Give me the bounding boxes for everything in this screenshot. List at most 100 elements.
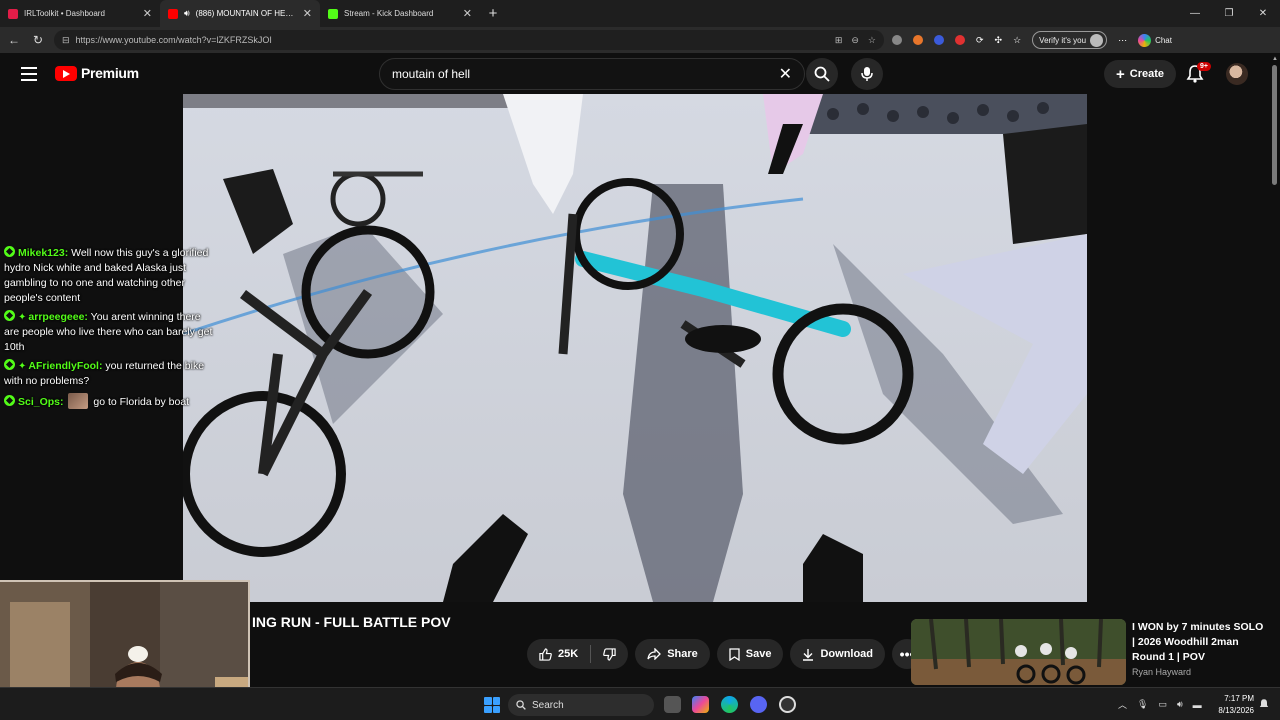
favorites-icon[interactable]: ☆ [1013, 35, 1021, 46]
download-label: Download [820, 648, 874, 660]
close-icon[interactable]: ✕ [463, 7, 472, 20]
search-icon [516, 700, 526, 710]
search-input[interactable]: moutain of hell ✕ [379, 58, 805, 90]
youtube-header: Premium moutain of hell ✕ + Create 9+ [0, 53, 1270, 95]
battery-icon[interactable]: ▬ [1193, 700, 1202, 710]
chat-username: AFriendlyFool: [28, 360, 103, 372]
save-label: Save [745, 648, 772, 660]
task-view-icon[interactable] [664, 696, 681, 713]
refresh-extension-icon[interactable]: ⟳ [976, 35, 984, 46]
video-title: ING RUN - FULL BATTLE POV [252, 614, 451, 630]
window-controls: — ❐ ✕ [1178, 0, 1280, 27]
edge-browser-icon[interactable] [721, 696, 738, 713]
stream-chat-overlay: Mikek123: Well now this guy's a glorifie… [4, 246, 214, 414]
chat-username: Sci_Ops: [18, 396, 64, 408]
chat-text: go to Florida by boat [93, 396, 190, 408]
browser-tab-youtube[interactable]: 🔊︎ (886) MOUNTAIN OF HELL 20... ✕ [160, 0, 320, 27]
recommended-channel-name[interactable]: Ryan Hayward [1132, 667, 1191, 677]
scrollbar-thumb[interactable] [1272, 65, 1277, 185]
volume-icon[interactable]: 🔊︎ [1177, 699, 1183, 710]
zoom-icon[interactable]: ⊖ [851, 35, 859, 46]
like-button[interactable]: 25K [527, 639, 590, 669]
search-button[interactable] [806, 58, 838, 90]
copilot-icon[interactable] [692, 696, 709, 713]
tray-expand-icon[interactable]: ︿ [1118, 698, 1127, 711]
extension-icon[interactable] [913, 35, 923, 45]
like-count: 25K [558, 648, 579, 660]
profile-avatar [1090, 33, 1104, 47]
close-icon[interactable]: ✕ [303, 7, 312, 20]
dislike-button[interactable] [591, 639, 628, 669]
thumbs-up-icon [539, 647, 552, 661]
share-icon [647, 648, 662, 660]
download-icon [803, 648, 814, 661]
windows-start-icon[interactable] [484, 697, 500, 713]
chat-message: Sci_Ops: go to Florida by boat [4, 393, 214, 410]
irltoolkit-favicon-icon [8, 8, 18, 19]
youtube-play-icon [55, 65, 77, 81]
new-tab-button[interactable]: + [480, 0, 506, 27]
kick-favicon-icon [328, 8, 338, 19]
maximize-button[interactable]: ❐ [1212, 0, 1246, 27]
voice-search-button[interactable] [851, 58, 883, 90]
scroll-up-arrow-icon[interactable]: ▲ [1270, 56, 1280, 62]
share-button[interactable]: Share [635, 639, 710, 669]
notification-badge: 9+ [1197, 62, 1211, 71]
logo-text: Premium [81, 65, 139, 81]
download-button[interactable]: Download [790, 639, 886, 669]
app-install-icon[interactable]: ⊞ [835, 35, 843, 46]
speaker-icon[interactable]: 🔊︎ [184, 8, 190, 19]
extension-icon[interactable] [955, 35, 965, 45]
page-scrollbar[interactable] [1270, 53, 1280, 685]
microphone-tray-icon[interactable]: 🎙︎ [1137, 699, 1148, 710]
copilot-chat-button[interactable]: Chat [1138, 33, 1172, 47]
extension-icon[interactable] [892, 35, 902, 45]
more-menu-icon[interactable]: ⋯ [1118, 35, 1127, 46]
microphone-icon [861, 67, 873, 81]
back-button[interactable]: ← [6, 32, 22, 48]
extensions-puzzle-icon[interactable]: ✣ [995, 35, 1003, 46]
browser-tab-irltoolkit[interactable]: IRLToolkit • Dashboard ✕ [0, 0, 160, 27]
site-info-icon[interactable]: ⊟ [62, 35, 70, 46]
display-icon[interactable]: ▭ [1158, 699, 1167, 710]
sparkle-badge-icon: ✦ [18, 312, 27, 323]
taskbar-search[interactable]: Search [508, 694, 654, 716]
youtube-logo[interactable]: Premium [55, 65, 139, 81]
video-player[interactable] [183, 94, 1087, 602]
close-icon[interactable]: ✕ [143, 7, 152, 20]
chat-username: arrpeegeee: [28, 311, 88, 323]
taskbar-clock[interactable]: 7:17 PM 8/13/2026 [1212, 693, 1254, 717]
account-avatar[interactable] [1226, 63, 1248, 85]
subscriber-badge-icon [4, 395, 15, 406]
discord-icon[interactable] [750, 696, 767, 713]
plus-icon: + [1116, 65, 1125, 83]
recommended-video-thumbnail[interactable] [911, 619, 1126, 685]
tab-title: IRLToolkit • Dashboard [24, 9, 105, 18]
recommended-video-title[interactable]: I WON by 7 minutes SOLO | 2026 Woodhill … [1132, 620, 1267, 665]
system-tray: ︿ 🎙︎ ▭ 🔊︎ ▬ [1118, 698, 1202, 711]
notification-bell-icon[interactable] [1258, 698, 1270, 710]
subscriber-badge-icon [4, 310, 15, 321]
subscriber-badge-icon [4, 246, 15, 257]
clear-search-icon[interactable]: ✕ [779, 64, 792, 84]
youtube-favicon-icon [168, 8, 178, 19]
chat-username: Mikek123: [18, 247, 69, 259]
save-button[interactable]: Save [716, 639, 784, 669]
search-query: moutain of hell [392, 67, 471, 81]
menu-icon[interactable] [21, 67, 37, 81]
verify-label: Verify it's you [1039, 35, 1087, 45]
favorite-star-icon[interactable]: ☆ [868, 35, 876, 46]
extension-icon[interactable] [934, 35, 944, 45]
close-window-button[interactable]: ✕ [1246, 0, 1280, 27]
obs-icon[interactable] [779, 696, 796, 713]
browser-tab-kick[interactable]: Stream - Kick Dashboard ✕ [320, 0, 480, 27]
chat-message: Mikek123: Well now this guy's a glorifie… [4, 246, 214, 306]
address-bar-icons: ⊞ ⊖ ☆ [835, 35, 876, 46]
verify-profile-button[interactable]: Verify it's you [1032, 31, 1108, 49]
create-button[interactable]: + Create [1104, 60, 1177, 88]
reload-button[interactable]: ↻ [30, 32, 46, 48]
recommended-thumbnail-image [911, 619, 1126, 685]
video-actions: 25K Share Save Download ••• [527, 639, 923, 669]
address-bar[interactable]: ⊟ https://www.youtube.com/watch?v=lZKFRZ… [54, 30, 884, 50]
minimize-button[interactable]: — [1178, 0, 1212, 27]
